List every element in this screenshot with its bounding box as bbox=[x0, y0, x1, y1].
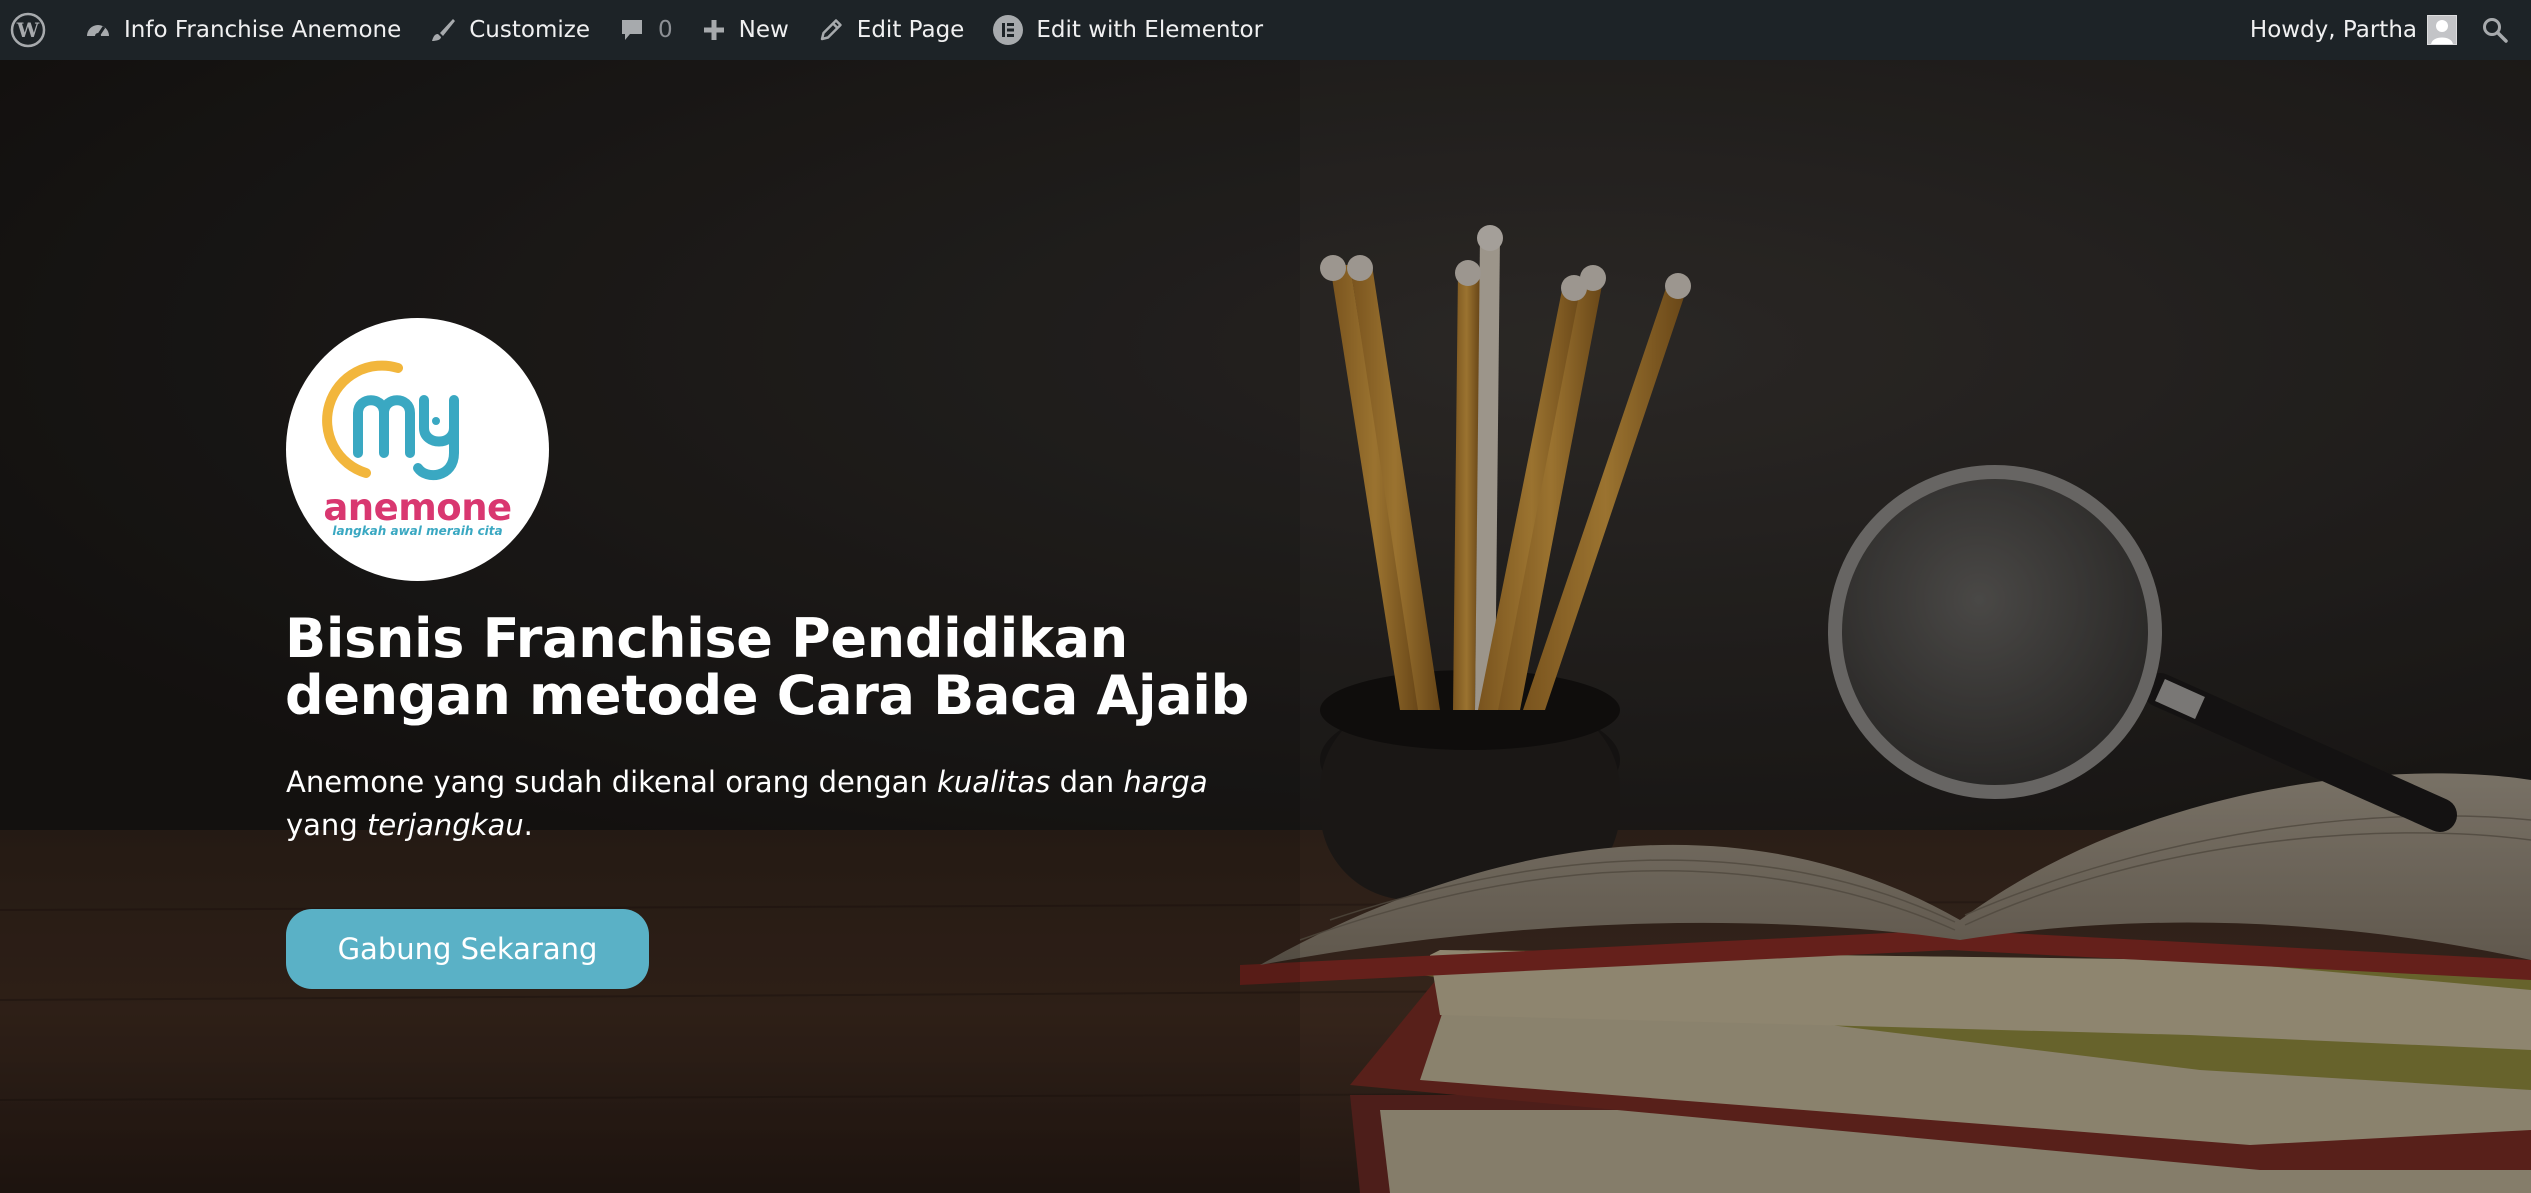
subtitle-part-2: dan bbox=[1050, 765, 1124, 799]
new-label: New bbox=[738, 17, 789, 43]
elementor-icon bbox=[992, 14, 1024, 46]
anemone-logo: anemone langkah awal meraih cita bbox=[286, 318, 549, 581]
plus-icon bbox=[701, 17, 727, 43]
hero-section: anemone langkah awal meraih cita Bisnis … bbox=[0, 60, 2531, 1193]
search-icon bbox=[2481, 16, 2509, 44]
logo-brand-text: anemone bbox=[323, 486, 512, 529]
hero-subtitle: Anemone yang sudah dikenal orang dengan … bbox=[286, 761, 1246, 847]
howdy-label: Howdy, Partha bbox=[2249, 17, 2417, 43]
subtitle-emphasis-harga: harga bbox=[1123, 765, 1208, 799]
logo-tagline: langkah awal meraih cita bbox=[332, 524, 503, 538]
new-content-menu[interactable]: New bbox=[687, 0, 803, 60]
customize-menu[interactable]: Customize bbox=[415, 0, 604, 60]
site-name-label: Info Franchise Anemone bbox=[124, 17, 402, 43]
hero-title-line-1: Bisnis Franchise Pendidikan bbox=[285, 607, 1128, 670]
join-now-button[interactable]: Gabung Sekarang bbox=[286, 909, 649, 989]
edit-page-menu[interactable]: Edit Page bbox=[803, 0, 979, 60]
customize-label: Customize bbox=[469, 17, 590, 43]
my-account-menu[interactable]: Howdy, Partha bbox=[2236, 0, 2469, 60]
admin-bar: W Info Franchise Anemone Customize 0 New… bbox=[0, 0, 2531, 60]
elementor-label: Edit with Elementor bbox=[1036, 17, 1264, 43]
comments-count: 0 bbox=[657, 17, 673, 43]
wordpress-logo-button[interactable]: W bbox=[0, 0, 70, 60]
pencil-icon bbox=[817, 16, 845, 44]
subtitle-part-3: yang bbox=[286, 808, 367, 842]
svg-text:W: W bbox=[16, 18, 40, 42]
edit-with-elementor-menu[interactable]: Edit with Elementor bbox=[978, 0, 1277, 60]
hero-title-line-2: dengan metode Cara Baca Ajaib bbox=[285, 664, 1249, 727]
subtitle-part-4: . bbox=[523, 808, 533, 842]
site-name-menu[interactable]: Info Franchise Anemone bbox=[70, 0, 415, 60]
wordpress-icon: W bbox=[10, 12, 46, 48]
comment-icon bbox=[618, 16, 646, 44]
subtitle-emphasis-kualitas: kualitas bbox=[937, 765, 1051, 799]
brush-icon bbox=[429, 16, 457, 44]
my-logo-mark bbox=[322, 360, 459, 480]
avatar bbox=[2427, 15, 2457, 45]
hero-title: Bisnis Franchise Pendidikan dengan metod… bbox=[285, 610, 1285, 724]
search-button[interactable] bbox=[2469, 0, 2531, 60]
comments-menu[interactable]: 0 bbox=[604, 0, 687, 60]
dashboard-icon bbox=[84, 16, 112, 44]
edit-page-label: Edit Page bbox=[856, 17, 965, 43]
subtitle-emphasis-terjangkau: terjangkau bbox=[366, 808, 524, 842]
subtitle-part-1: Anemone yang sudah dikenal orang dengan bbox=[286, 765, 938, 799]
